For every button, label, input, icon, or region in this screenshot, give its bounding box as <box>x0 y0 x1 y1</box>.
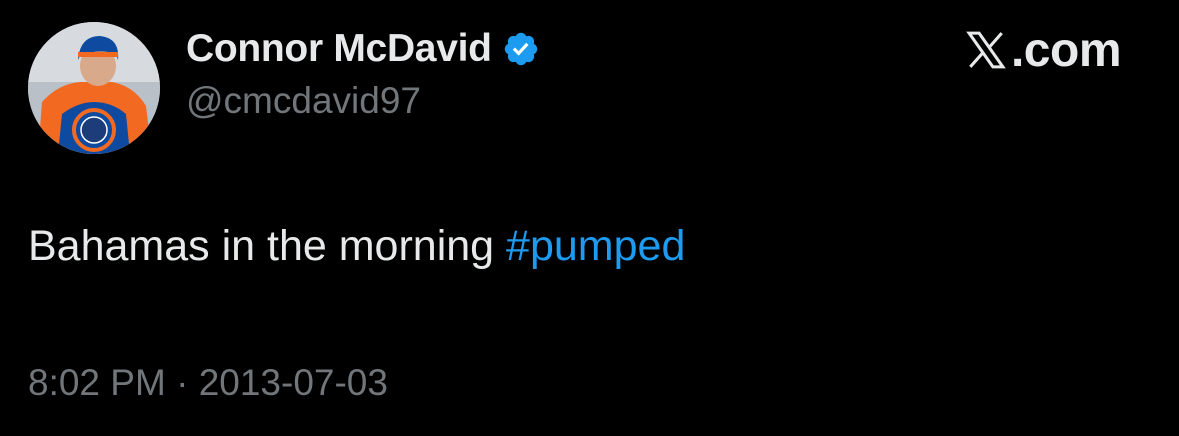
meta-separator: · <box>176 362 189 403</box>
tweet-date: 2013-07-03 <box>198 362 388 403</box>
author-handle[interactable]: @cmcdavid97 <box>186 80 421 122</box>
brand-text: .com <box>1010 23 1122 77</box>
tweet-timestamp[interactable]: 8:02 PM · 2013-07-03 <box>28 362 388 404</box>
tweet-text: Bahamas in the morning #pumped <box>28 222 685 271</box>
brand-logo: .com <box>963 20 1122 80</box>
author-name-row[interactable]: Connor McDavid <box>186 26 540 72</box>
tweet-body: Bahamas in the morning <box>28 222 507 270</box>
author-display-name[interactable]: Connor McDavid <box>186 27 492 71</box>
hashtag-link[interactable]: #pumped <box>506 222 685 270</box>
profile-photo-icon <box>28 22 160 154</box>
x-logo-icon <box>963 27 1009 73</box>
avatar[interactable] <box>28 22 160 154</box>
tweet-time: 8:02 PM <box>28 362 166 403</box>
verified-badge-icon <box>502 30 540 68</box>
